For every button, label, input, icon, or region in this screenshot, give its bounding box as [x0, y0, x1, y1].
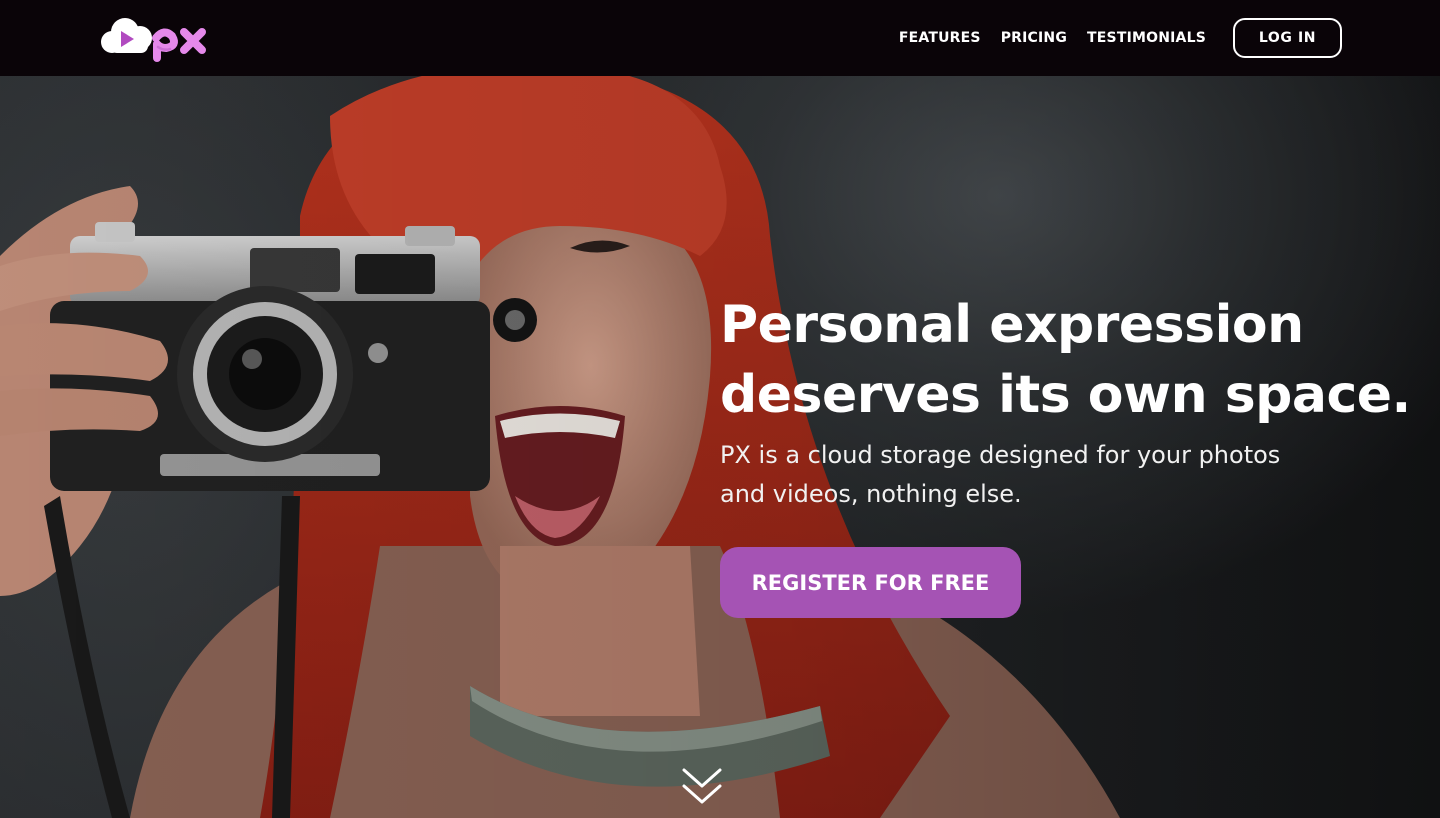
- nav-link-pricing[interactable]: PRICING: [991, 30, 1077, 46]
- login-button[interactable]: LOG IN: [1233, 18, 1342, 58]
- register-for-free-button[interactable]: REGISTER FOR FREE: [720, 547, 1021, 618]
- px-logo[interactable]: [98, 14, 222, 62]
- nav-links: FEATURES PRICING TESTIMONIALS: [889, 0, 1216, 76]
- double-chevron-down-icon[interactable]: [680, 766, 724, 810]
- hero-subtitle-line-2: and videos, nothing else.: [720, 480, 1022, 508]
- hero-title-line-1: Personal expression: [720, 295, 1304, 355]
- hero-title-line-2: deserves its own space.: [720, 365, 1411, 425]
- hero-subtitle: PX is a cloud storage designed for your …: [720, 436, 1340, 514]
- nav-link-testimonials[interactable]: TESTIMONIALS: [1077, 30, 1216, 46]
- hero-section: Personal expression deserves its own spa…: [0, 76, 1440, 818]
- top-navbar: FEATURES PRICING TESTIMONIALS LOG IN: [0, 0, 1440, 76]
- nav-link-features[interactable]: FEATURES: [889, 30, 991, 46]
- hero-subtitle-line-1: PX is a cloud storage designed for your …: [720, 441, 1281, 469]
- px-logo-icon: [101, 18, 206, 62]
- hero-title: Personal expression deserves its own spa…: [720, 290, 1411, 430]
